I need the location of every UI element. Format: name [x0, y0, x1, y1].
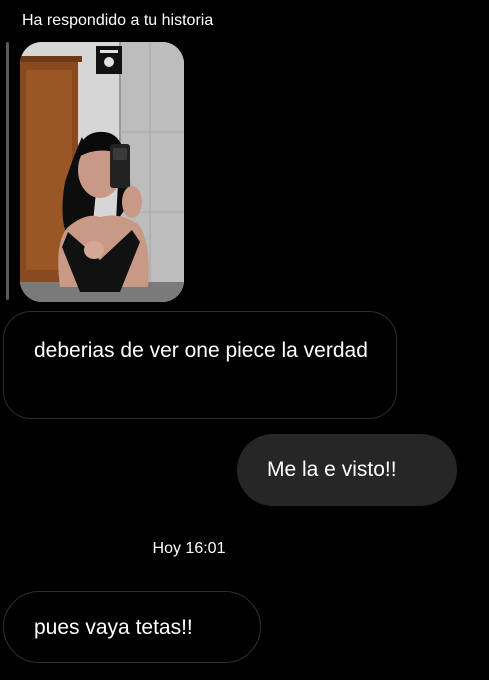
message-bubble-incoming[interactable]: pues vaya tetas!!	[3, 591, 261, 663]
story-thumbnail[interactable]	[20, 42, 184, 302]
story-reply-header: Ha respondido a tu historia	[22, 12, 214, 29]
message-bubble-incoming[interactable]: deberias de ver one piece la verdad	[3, 311, 397, 419]
story-reply-indicator-bar	[6, 42, 9, 300]
message-timestamp: Hoy 16:01	[152, 540, 226, 557]
message-bubble-outgoing[interactable]: Me la e visto!!	[237, 434, 457, 506]
story-photo-image	[20, 42, 184, 302]
